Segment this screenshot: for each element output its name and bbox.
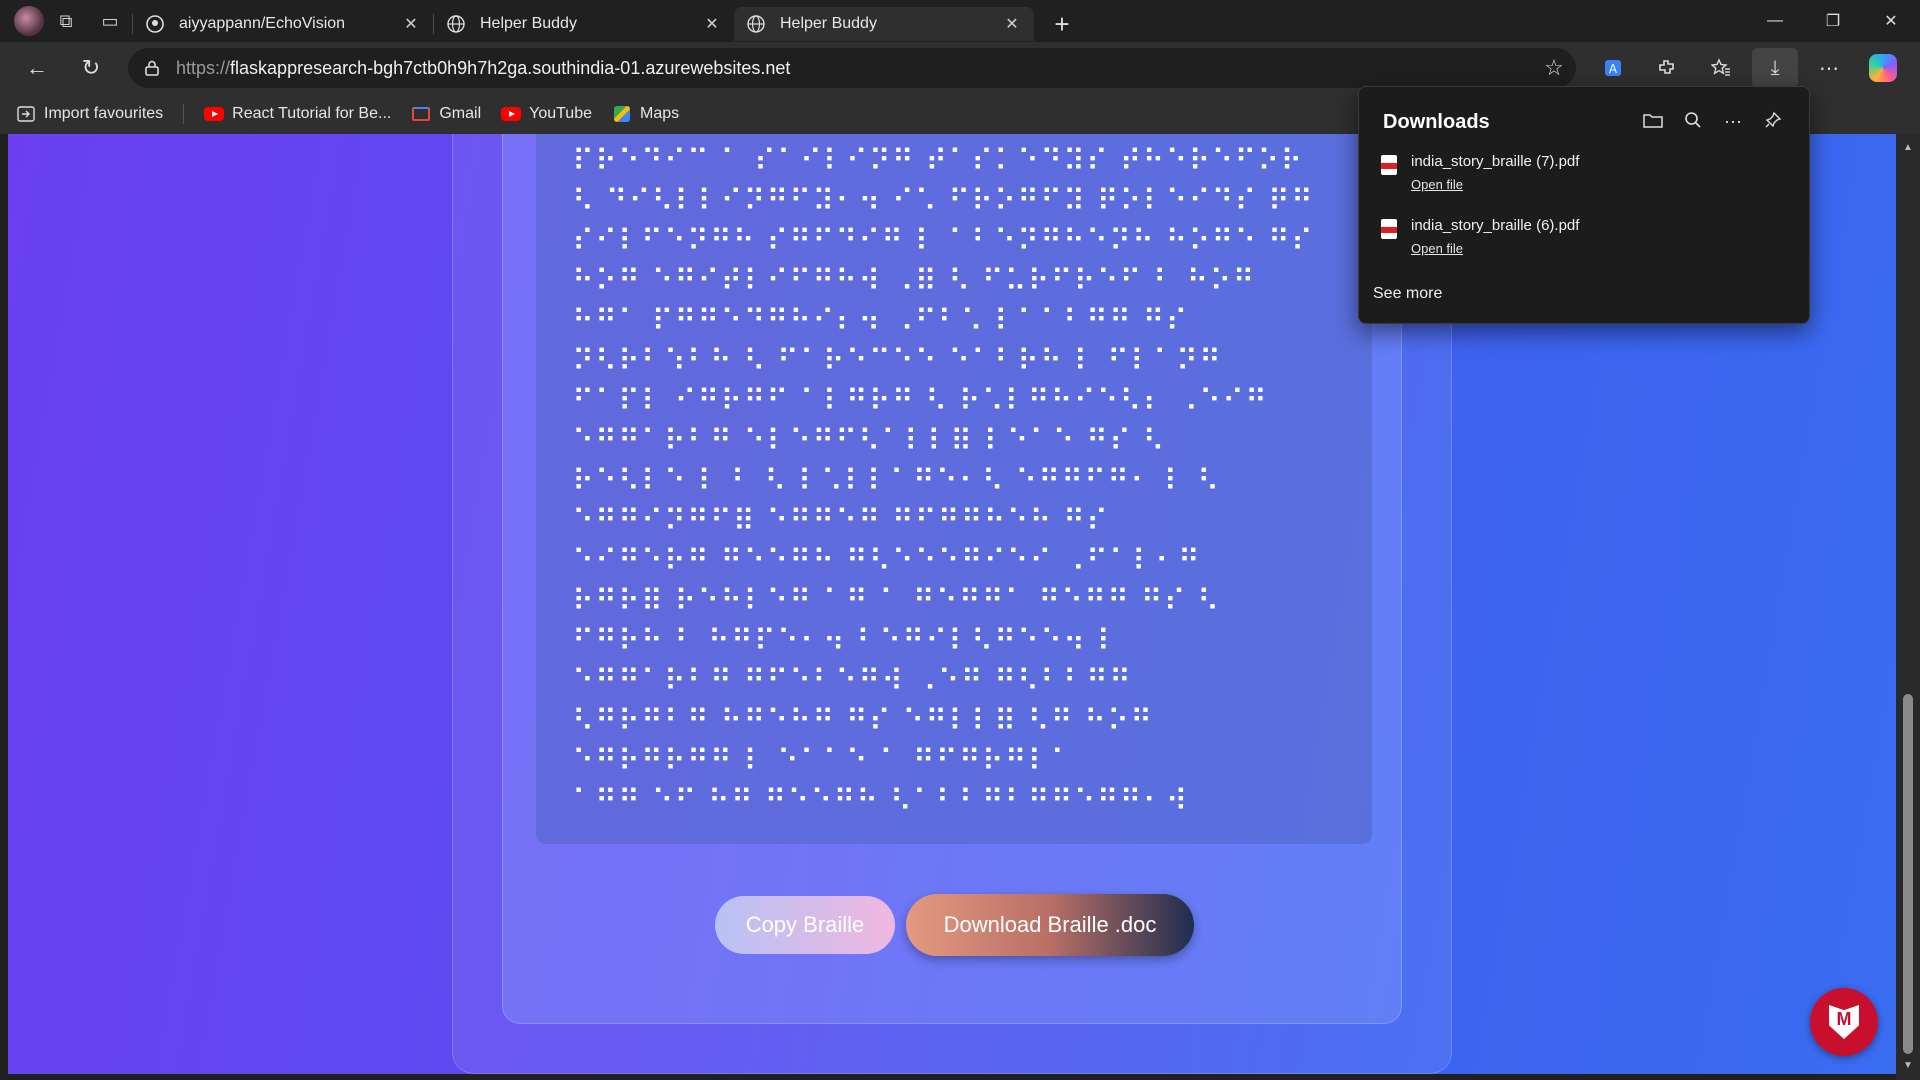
braille-line: ⠑⠛⠛⠁⠗⠃⠛ ⠑⠇⠑⠛⠋⠣⠁⠇⠇⠿ ⠇⠑⠁⠑ ⠛⠎ ⠣: [572, 424, 1166, 459]
favourite-star-icon[interactable]: ☆: [1532, 55, 1576, 81]
globe-icon: [746, 14, 766, 34]
fav-maps[interactable]: Maps: [612, 105, 679, 123]
braille-line: ⠗⠑⠣⠇⠑ ⠇ ⠃ ⠣ ⠇⠡⠇⠇⠁⠛⠑⠂⠣ ⠑⠛⠛⠋⠛⠂ ⠇ ⠣: [572, 464, 1221, 499]
braille-line: ⠑⠊⠛⠑⠗⠛ ⠛⠑⠑⠛⠓ ⠛⠣⠑⠑⠑⠛⠊⠑⠊ ⠠⠋⠁⠇⠂⠛: [572, 544, 1201, 579]
fav-gmail[interactable]: Gmail: [411, 105, 481, 123]
pin-icon[interactable]: [1753, 111, 1793, 134]
lock-icon[interactable]: [128, 60, 176, 76]
back-icon[interactable]: ←: [10, 42, 64, 94]
close-tab-icon[interactable]: ✕: [702, 14, 722, 34]
braille-line: ⠓⠛⠁ ⠏⠛⠛⠑⠙⠛⠓⠊⠆⠲ ⠠⠋⠃⠡ ⠇⠁⠁⠃⠛⠛ ⠛⠎: [572, 304, 1189, 339]
download-braille-doc-button[interactable]: Download Braille .doc: [906, 894, 1194, 956]
fav-label: Maps: [640, 105, 680, 122]
braille-line: ⠑⠛⠛⠊⠝⠛⠋⠿ ⠑⠛⠛⠑⠛ ⠛⠋⠛⠛⠓⠑⠓ ⠛⠎: [572, 504, 1110, 539]
fav-label: Gmail: [439, 105, 482, 122]
braille-line: ⠑⠛⠛⠁⠗⠃⠛ ⠛⠋⠑⠃⠑⠛⠺ ⠠⠑⠛ ⠛⠣⠃⠃⠛⠛: [572, 664, 1132, 699]
window-controls: — ❐ ✕: [1746, 0, 1920, 42]
url-input[interactable]: https://flaskappresearch-bgh7ctb0h9h7h2g…: [128, 48, 1576, 88]
profile-avatar[interactable]: [14, 6, 44, 36]
open-file-link[interactable]: Open file: [1411, 241, 1463, 256]
downloads-header: Downloads ⋯: [1383, 107, 1793, 137]
downloads-panel: Downloads ⋯ india_story_braille (7).pdf …: [1358, 86, 1810, 324]
braille-line: ⠝⠣⠗⠃⠱⠃⠓ ⠣ ⠋⠁⠗⠑⠉⠑⠑ ⠑⠁⠃⠗⠓ ⠇ ⠋⠇⠁⠝⠛: [572, 344, 1222, 379]
url-protocol: https://: [176, 57, 231, 78]
fav-divider: [183, 104, 185, 124]
download-item[interactable]: india_story_braille (6).pdf Open file: [1381, 215, 1791, 265]
fav-label: Import favourites: [44, 105, 164, 122]
youtube-icon: [204, 106, 225, 122]
url-text: https://flaskappresearch-bgh7ctb0h9h7h2g…: [176, 58, 1532, 79]
gmail-icon: [411, 106, 431, 122]
see-more-link[interactable]: See more: [1373, 285, 1442, 303]
minimize-icon[interactable]: —: [1746, 0, 1804, 42]
url-host: flaskappresearch-bgh7ctb0h9h7h2ga.southi…: [230, 57, 791, 78]
page-scrollbar[interactable]: ▲ ▼: [1896, 134, 1920, 1080]
download-filename: india_story_braille (7).pdf: [1411, 153, 1580, 170]
new-tab-button[interactable]: +: [1042, 7, 1082, 41]
maximize-icon[interactable]: ❐: [1804, 0, 1862, 42]
fav-react-tutorial[interactable]: React Tutorial for Be...: [204, 105, 391, 123]
scroll-down-icon[interactable]: ▼: [1896, 1056, 1920, 1076]
braille-line: ⠎⠊⠇⠋⠑⠝⠛⠓ ⠎⠛⠋⠙⠊⠛ ⠇ ⠁⠃⠑⠝⠛⠓⠑⠝⠓ ⠓⠕⠛⠑ ⠛⠎: [572, 224, 1314, 259]
mcafee-shield: [1829, 1005, 1859, 1039]
fav-label: React Tutorial for Be...: [232, 105, 392, 122]
download-item[interactable]: india_story_braille (7).pdf Open file: [1381, 151, 1791, 201]
open-file-link[interactable]: Open file: [1411, 177, 1463, 192]
more-options-icon[interactable]: ⋯: [1802, 42, 1856, 94]
tab-title: aiyyappann/EchoVision: [179, 15, 346, 32]
copilot-logo: [1869, 54, 1897, 82]
close-tab-icon[interactable]: ✕: [1002, 14, 1022, 34]
copy-braille-button[interactable]: Copy Braille: [715, 896, 895, 954]
pdf-file-icon: [1381, 219, 1397, 239]
scroll-up-icon[interactable]: ▲: [1896, 138, 1920, 158]
tab-title: Helper Buddy: [780, 15, 877, 32]
svg-text:A: A: [1609, 62, 1618, 76]
youtube-icon: [501, 106, 522, 122]
tab-helper-buddy-2[interactable]: Helper Buddy ✕: [734, 7, 1034, 41]
open-folder-icon[interactable]: [1633, 112, 1673, 133]
braille-output[interactable]: ⠏⠗⠑⠙⠊⠉ ⠁ ⠎⠁⠊⠇⠊⠝⠛ ⠞⠁⠎⠅⠑⠙⠽⠎ ⠞⠓⠑⠗⠑⠋⠕⠗ ⠣ ⠙⠊⠣⠇…: [536, 134, 1372, 844]
download-filename: india_story_braille (6).pdf: [1411, 217, 1580, 234]
more-options-icon[interactable]: ⋯: [1713, 112, 1753, 133]
pdf-file-icon: [1381, 155, 1397, 175]
import-icon: [16, 106, 36, 122]
downloads-title: Downloads: [1383, 110, 1490, 133]
tab-title: Helper Buddy: [480, 15, 577, 32]
mcafee-icon[interactable]: [1810, 988, 1878, 1056]
github-icon: [145, 14, 165, 34]
tab-helper-buddy-1[interactable]: Helper Buddy ✕: [434, 7, 734, 41]
braille-line: ⠑⠛⠗⠛⠗⠛⠛ ⠇ ⠑⠁⠁⠑ ⠁ ⠛⠋⠛⠗⠛⠇⠁: [572, 744, 1074, 779]
search-icon[interactable]: [1673, 111, 1713, 134]
tab-bar: ⧉ ▭ aiyyappann/EchoVision ✕ Helper Buddy…: [0, 0, 1920, 42]
fav-label: YouTube: [529, 105, 592, 122]
close-tab-icon[interactable]: ✕: [401, 14, 421, 34]
scroll-thumb[interactable]: [1903, 694, 1913, 1054]
close-window-icon[interactable]: ✕: [1862, 0, 1920, 42]
braille-line: ⠗⠛⠗⠿ ⠗⠑⠓⠇⠑⠛ ⠁⠛ ⠁ ⠛⠑⠛⠛⠁ ⠛⠑⠛⠛ ⠛⠎ ⠣: [572, 584, 1221, 619]
braille-line: ⠋⠛⠗⠓ ⠃ ⠓⠛⠏⠑⠂⠲ ⠃⠑⠛⠊⠇⠣⠛⠑⠑⠲ ⠇: [572, 624, 1120, 659]
braille-line: ⠓⠕⠛ ⠑⠛⠊⠞⠇⠊⠋⠛⠓⠺ ⠠⠿ ⠣ ⠋⠥⠗⠋⠗⠑⠋ ⠃ ⠓⠕⠛: [572, 264, 1256, 299]
braille-line: ⠁⠛⠛ ⠑⠋ ⠓⠛ ⠛⠑⠑⠛⠓ ⠣⠁⠃⠃⠛⠃⠛⠛⠑⠛⠛⠂⠺: [572, 784, 1189, 819]
tab-echovision[interactable]: aiyyappann/EchoVision ✕: [133, 7, 433, 41]
braille-line: ⠋⠁⠏⠇ ⠊⠛⠗⠛⠋ ⠁⠇⠛⠗⠛ ⠣ ⠗⠡⠇⠛⠓⠊⠑⠣⠆ ⠠⠑⠊⠛: [572, 384, 1268, 419]
fav-import-favourites[interactable]: Import favourites: [16, 105, 163, 123]
braille-line: ⠣ ⠙⠊⠣⠇⠇⠊⠝⠛⠋⠽⠂⠲ ⠊⠡ ⠋⠗⠕⠛⠋⠽ ⠟⠕⠇⠑⠊⠙⠎ ⠟⠛: [572, 184, 1314, 219]
braille-line: ⠏⠗⠑⠙⠊⠉ ⠁ ⠎⠁⠊⠇⠊⠝⠛ ⠞⠁⠎⠅⠑⠙⠽⠎ ⠞⠓⠑⠗⠑⠋⠕⠗: [572, 144, 1304, 179]
braille-line: ⠣⠛⠗⠛⠃⠛ ⠓⠛⠑⠓⠛ ⠛⠎ ⠑⠛⠇⠇⠿ ⠣⠛ ⠓⠕⠛: [572, 704, 1154, 739]
copilot-icon[interactable]: [1856, 42, 1910, 94]
fav-youtube[interactable]: YouTube: [501, 105, 592, 123]
workspaces-icon[interactable]: ⧉: [44, 0, 88, 42]
refresh-icon[interactable]: ↻: [64, 42, 118, 94]
globe-icon: [446, 14, 466, 34]
maps-icon: [612, 106, 632, 122]
vertical-tabs-icon[interactable]: ▭: [88, 0, 132, 42]
downloads-icon[interactable]: ⤓: [1752, 48, 1798, 88]
